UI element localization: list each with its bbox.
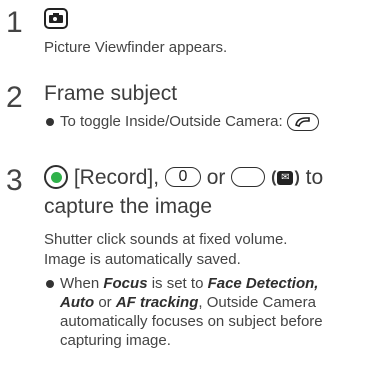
description-line: Shutter click sounds at fixed volume. — [44, 230, 288, 248]
step-heading-line2: capture the image — [44, 194, 213, 218]
description-line: Image is automatically saved. — [44, 250, 241, 268]
step-number: 2 — [6, 81, 23, 114]
zero-key-icon: 0 — [164, 167, 201, 188]
or-text: or — [206, 165, 226, 189]
to-text: to — [305, 165, 324, 189]
af-tracking-term: AF tracking — [115, 293, 199, 311]
step-heading: [Record], 0 or (✉) to — [44, 163, 364, 191]
step-number: 1 — [6, 6, 23, 39]
auto-term: Auto — [60, 293, 95, 311]
camera-key-icon — [44, 8, 68, 29]
bullet-item: When Focus is set to Face Detection, Aut… — [44, 274, 364, 350]
step-description: Picture Viewfinder appears. — [44, 39, 228, 56]
bullet-text: To toggle Inside/Outside Camera: — [60, 113, 283, 130]
focus-term: Focus — [103, 274, 148, 292]
bullet-dot — [46, 279, 54, 288]
bullet-dot — [46, 118, 54, 126]
step-description: Shutter click sounds at fixed volume. Im… — [44, 230, 364, 270]
side-key-icon — [231, 167, 266, 188]
face-detection-term: Face Detection, — [207, 274, 319, 292]
call-key-icon — [286, 113, 319, 132]
mail-icon: ✉ — [277, 170, 294, 185]
center-key-icon — [44, 165, 68, 190]
record-label: [Record], — [73, 165, 160, 189]
step-number: 3 — [6, 164, 23, 197]
bullet-item: To toggle Inside/Outside Camera: — [44, 112, 364, 132]
step-heading: Frame subject — [44, 82, 178, 105]
memo-badge: (✉) — [271, 168, 300, 186]
